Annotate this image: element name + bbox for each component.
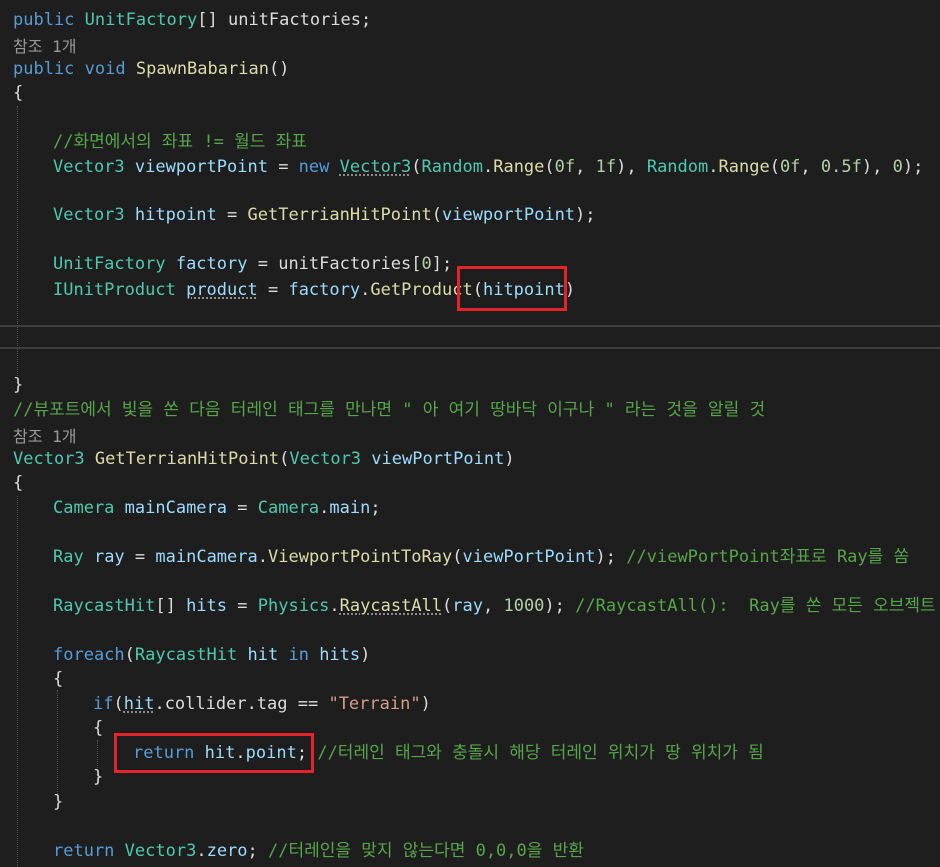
code-line-viewport[interactable]: Vector3 viewportPoint = new Vector3(Rand…: [53, 155, 923, 179]
editor-separator: [0, 325, 940, 327]
code-line-factory[interactable]: UnitFactory factory = unitFactories[0];: [53, 252, 452, 276]
code-line-field[interactable]: public UnitFactory[] unitFactories;: [13, 8, 371, 32]
code-line-return-zero[interactable]: return Vector3.zero; //터레인을 맞지 않는다면 0,0,…: [53, 839, 584, 863]
code-comment[interactable]: //화면에서의 좌표 != 월드 좌표: [53, 130, 307, 154]
codelens-references[interactable]: 참조 1개: [13, 33, 76, 57]
code-line-brace[interactable]: }: [53, 790, 63, 814]
indent-guide: [57, 690, 58, 800]
code-line-brace[interactable]: }: [93, 765, 103, 789]
code-line-method-decl[interactable]: public void SpawnBabarian(): [13, 57, 289, 81]
code-line-camera[interactable]: Camera mainCamera = Camera.main;: [53, 496, 381, 520]
indent-guide: [17, 496, 18, 867]
code-line-brace[interactable]: }: [13, 373, 23, 397]
code-comment[interactable]: //뷰포트에서 빛을 쏜 다음 터레인 태그를 만나면 " 아 여기 땅바닥 이…: [13, 398, 765, 422]
code-line-ray[interactable]: Ray ray = mainCamera.ViewportPointToRay(…: [53, 545, 909, 569]
code-line-method-decl[interactable]: Vector3 GetTerrianHitPoint(Vector3 viewP…: [13, 447, 515, 471]
code-line-hitpoint[interactable]: Vector3 hitpoint = GetTerrianHitPoint(vi…: [53, 203, 596, 227]
editor-separator: [0, 347, 940, 349]
code-line-brace[interactable]: {: [13, 471, 23, 495]
code-line-brace[interactable]: {: [53, 667, 63, 691]
indent-guide: [17, 106, 18, 376]
codelens-references[interactable]: 참조 1개: [13, 423, 76, 447]
code-line-brace[interactable]: {: [13, 81, 23, 105]
code-line-foreach[interactable]: foreach(RaycastHit hit in hits): [53, 643, 370, 667]
code-line-raycast[interactable]: RaycastHit[] hits = Physics.RaycastAll(r…: [53, 594, 936, 618]
highlight-box-hitpoint-arg: [457, 266, 567, 311]
code-line-if[interactable]: if(hit.collider.tag == "Terrain"): [93, 692, 431, 716]
highlight-box-return-point: [114, 733, 314, 773]
code-line-brace[interactable]: {: [93, 716, 103, 740]
